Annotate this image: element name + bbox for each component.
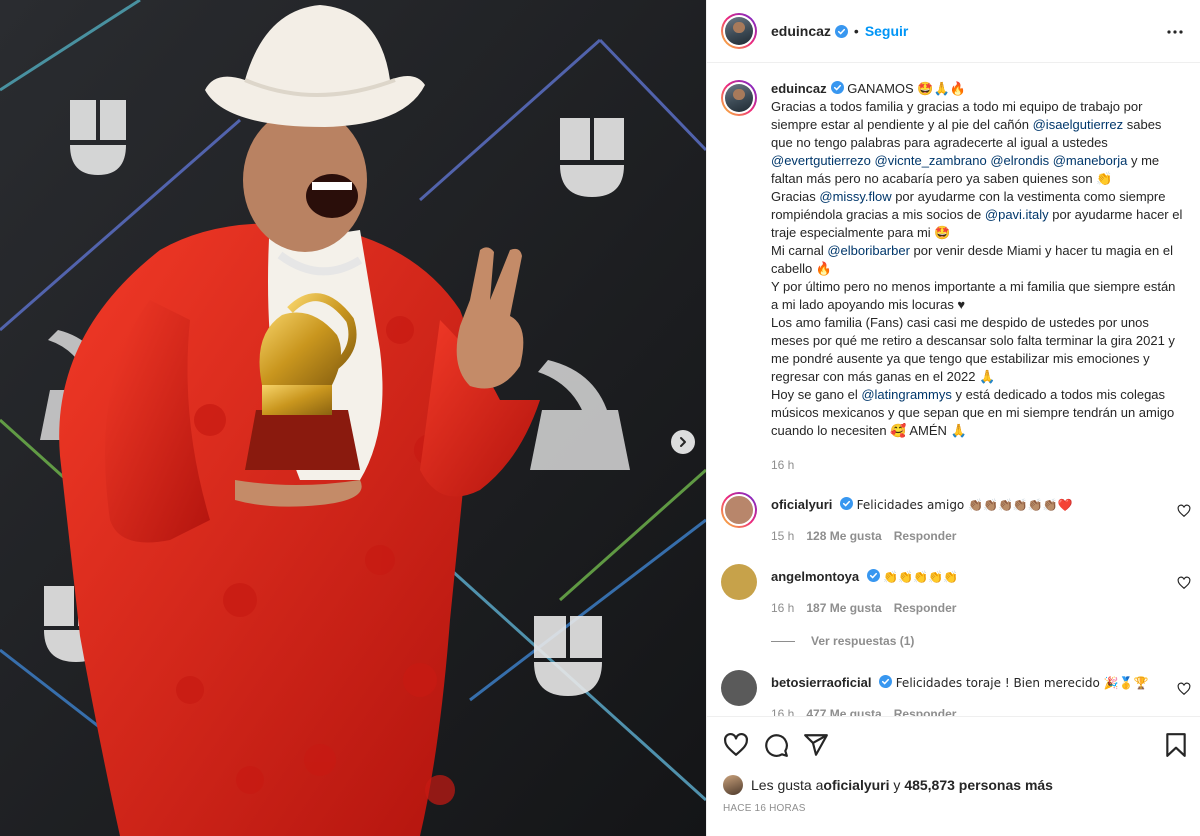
replies-divider bbox=[771, 640, 795, 642]
comment-time[interactable]: 16 h bbox=[771, 601, 794, 615]
caption-text: eduincaz GANAMOS 🤩🙏🔥 Gracias a todos fami… bbox=[771, 80, 1183, 440]
post-photo bbox=[0, 0, 706, 836]
caption-text-segment: GANAMOS 🤩🙏🔥 bbox=[843, 81, 966, 96]
mention-link[interactable]: @evertgutierrezo bbox=[771, 153, 871, 168]
caption-text-segment: Gracias bbox=[771, 189, 820, 204]
likes-middle: y bbox=[889, 777, 905, 793]
share-icon[interactable] bbox=[803, 732, 829, 758]
likes-summary: Les gusta a oficialyuri y 485,873 person… bbox=[723, 775, 1053, 795]
mention-link[interactable]: @pavi.italy bbox=[985, 207, 1049, 222]
mention-link[interactable]: @latingrammys bbox=[861, 387, 952, 402]
mention-link[interactable]: @missy.flow bbox=[819, 189, 891, 204]
likes-prefix: Les gusta a bbox=[751, 777, 824, 793]
comment-icon[interactable] bbox=[763, 732, 789, 758]
post-header: eduincaz • Seguir bbox=[707, 0, 1200, 63]
verified-badge-icon bbox=[830, 81, 844, 94]
follow-button[interactable]: Seguir bbox=[865, 23, 909, 39]
caption-text-segment: Hoy se gano el bbox=[771, 387, 862, 402]
caption-avatar[interactable] bbox=[721, 80, 757, 116]
verified-badge-icon bbox=[840, 497, 854, 510]
view-replies-button[interactable]: Ver respuestas (1) bbox=[771, 634, 914, 648]
more-options-icon[interactable] bbox=[1165, 22, 1185, 42]
commenter-avatar[interactable] bbox=[721, 670, 757, 706]
caption-text-segment: Y por último pero no menos importante a … bbox=[771, 279, 1176, 312]
post-caption: eduincaz GANAMOS 🤩🙏🔥 Gracias a todos fami… bbox=[721, 80, 1191, 440]
caption-text-segment: Los amo familia (Fans) casi casi me desp… bbox=[771, 315, 1175, 384]
reply-button[interactable]: Responder bbox=[894, 707, 957, 716]
comment-text: Felicidades toraje ! Bien merecido 🎉🥇🏆 bbox=[895, 676, 1149, 690]
mention-link[interactable]: @isaelgutierrez bbox=[1033, 117, 1124, 132]
liker-avatar[interactable] bbox=[723, 775, 743, 795]
reply-button[interactable]: Responder bbox=[894, 529, 957, 543]
comment-heart-icon[interactable] bbox=[1177, 576, 1191, 590]
caption-text-segment: Mi carnal bbox=[771, 243, 828, 258]
author-username[interactable]: eduincaz bbox=[771, 23, 831, 39]
mention-link[interactable]: @vicnte_zambrano bbox=[875, 153, 987, 168]
caption-body: GANAMOS 🤩🙏🔥 Gracias a todos familia y gra… bbox=[771, 81, 1182, 438]
comments-scroll-area[interactable]: eduincaz GANAMOS 🤩🙏🔥 Gracias a todos fami… bbox=[707, 64, 1200, 716]
carousel-next-button[interactable] bbox=[671, 430, 695, 454]
post-actions-bar: Les gusta a oficialyuri y 485,873 person… bbox=[707, 716, 1200, 836]
verified-badge-icon bbox=[879, 675, 893, 688]
heart-icon[interactable] bbox=[723, 732, 749, 758]
comment-heart-icon[interactable] bbox=[1177, 682, 1191, 696]
comment-likes[interactable]: 477 Me gusta bbox=[806, 707, 881, 716]
comment-heart-icon[interactable] bbox=[1177, 504, 1191, 518]
mention-link[interactable]: @maneborja bbox=[1053, 153, 1128, 168]
comment-time[interactable]: 15 h bbox=[771, 529, 794, 543]
comment-likes[interactable]: 187 Me gusta bbox=[806, 601, 881, 615]
mention-link[interactable]: @elrondis bbox=[990, 153, 1049, 168]
reply-button[interactable]: Responder bbox=[894, 601, 957, 615]
caption-timestamp[interactable]: 16 h bbox=[771, 458, 794, 472]
likes-count[interactable]: 485,873 personas más bbox=[904, 777, 1053, 793]
comment-likes[interactable]: 128 Me gusta bbox=[806, 529, 881, 543]
commenter-avatar[interactable] bbox=[721, 492, 757, 528]
separator-dot: • bbox=[853, 23, 859, 39]
caption-username[interactable]: eduincaz bbox=[771, 81, 827, 96]
view-replies-label: Ver respuestas (1) bbox=[811, 634, 915, 648]
comment-text: 👏👏👏👏👏 bbox=[883, 570, 959, 584]
post-side-panel: eduincaz • Seguir eduincaz GANAMOS 🤩🙏🔥 Gr… bbox=[706, 0, 1200, 836]
comment-username[interactable]: angelmontoya bbox=[771, 569, 859, 584]
verified-badge-icon bbox=[834, 24, 848, 38]
author-avatar[interactable] bbox=[721, 13, 757, 49]
comment-username[interactable]: betosierraoficial bbox=[771, 675, 871, 690]
comment-time[interactable]: 16 h bbox=[771, 707, 794, 716]
verified-badge-icon bbox=[866, 569, 880, 582]
comment-username[interactable]: oficialyuri bbox=[771, 497, 832, 512]
bookmark-icon[interactable] bbox=[1163, 732, 1189, 758]
post-timeago[interactable]: HACE 16 HORAS bbox=[723, 803, 806, 814]
commenter-avatar[interactable] bbox=[721, 564, 757, 600]
comment-text: Felicidades amigo 👏🏽👏🏽👏🏽👏🏽👏🏽👏🏽❤️ bbox=[856, 498, 1073, 512]
photo-artwork bbox=[0, 0, 706, 836]
chevron-right-icon bbox=[680, 437, 686, 447]
liker-username[interactable]: oficialyuri bbox=[823, 777, 889, 793]
mention-link[interactable]: @elboribarber bbox=[827, 243, 910, 258]
